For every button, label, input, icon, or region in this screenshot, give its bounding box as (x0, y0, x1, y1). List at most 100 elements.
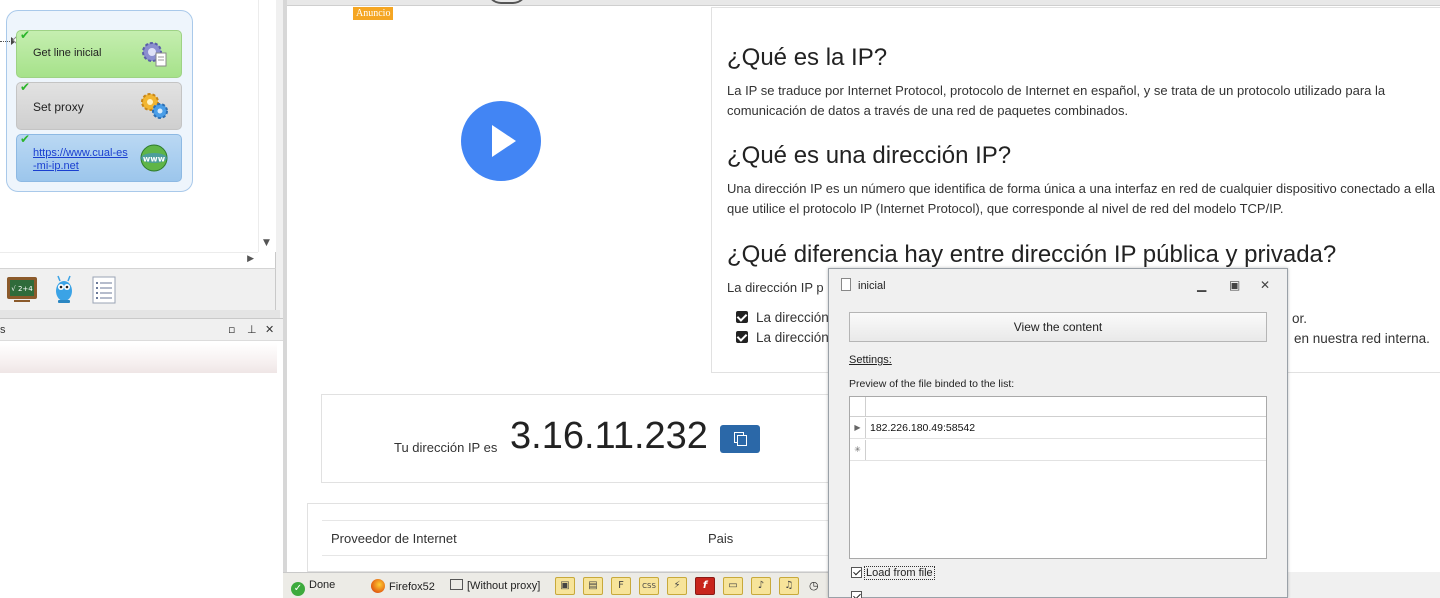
monitor-icon (450, 579, 463, 590)
checkbox-icon (736, 311, 748, 323)
checkbox-label: Load from file (864, 566, 935, 580)
panel-toolbar-band (0, 343, 277, 373)
music-icon[interactable]: ♫ (779, 577, 799, 595)
status-browser[interactable]: Firefox52 (371, 579, 435, 593)
grid-header (850, 397, 1266, 417)
monitor-tool-icon[interactable]: ▭ (723, 577, 743, 595)
status-proxy[interactable]: [Without proxy] (450, 579, 540, 592)
play-icon (492, 125, 516, 157)
country-header: Pais (708, 531, 734, 546)
left-toolbar: √ 2+4 (0, 268, 276, 310)
status-done: ✓ Done (291, 579, 335, 596)
ip-label: Tu dirección IP es (394, 440, 498, 455)
provider-header: Proveedor de Internet (331, 531, 457, 546)
new-row[interactable]: ✳ (850, 440, 1266, 461)
section-text: Una dirección IP es un número que identi… (727, 181, 1435, 216)
table-row[interactable]: ▶ 182.226.180.49:58542 (850, 418, 1266, 439)
flow-node-get-line[interactable]: ✔ Get line inicial (16, 28, 182, 78)
close-panel-icon[interactable]: ✕ (265, 323, 274, 336)
scroll-down-icon[interactable]: ▼ (263, 238, 270, 248)
section-text: La IP se traduce por Internet Protocol, … (727, 83, 1386, 118)
flash-player-icon[interactable]: f (695, 577, 715, 595)
window-icon[interactable]: ▤ (583, 577, 603, 595)
clock-icon[interactable]: ◷ (809, 579, 819, 592)
list-document-icon[interactable] (88, 275, 120, 305)
list-settings-dialog: inicial ▁ ▣ ✕ View the content Settings:… (828, 268, 1288, 598)
view-content-button[interactable]: View the content (849, 312, 1267, 342)
second-checkbox[interactable] (851, 591, 864, 598)
scroll-right-icon[interactable]: ▶ (247, 254, 254, 264)
panel-header: s ▫ ⊥ ✕ (0, 319, 283, 341)
minimize-icon[interactable]: ▁ (1197, 278, 1206, 292)
image-icon[interactable]: ▣ (555, 577, 575, 595)
provider-table: Proveedor de Internet Pais (307, 503, 867, 572)
preview-label: Preview of the file binded to the list: (849, 378, 1015, 390)
document-icon (841, 278, 851, 291)
new-row-icon: ✳ (850, 440, 866, 460)
flow-designer-canvas[interactable]: ✔ Get line inicial ✔ Set proxy ✔ https:/… (0, 0, 276, 268)
panel-title: s (0, 324, 6, 336)
browser-name: Firefox52 (389, 581, 435, 593)
gear-document-icon (142, 42, 167, 67)
globe-www-icon: www (140, 144, 168, 172)
video-play-button[interactable] (461, 101, 541, 181)
ip-address-card: Tu dirección IP es 3.16.11.232 (321, 394, 861, 483)
chalkboard-text: √ 2+4 (11, 285, 33, 293)
flow-node-url-link[interactable]: https://www.cual-es -mi-ip.net (33, 147, 135, 173)
load-from-file-checkbox[interactable]: Load from file (851, 566, 935, 580)
status-done-text: Done (309, 579, 336, 591)
pin-icon[interactable]: ⊥ (247, 323, 257, 336)
row-pointer-icon: ▶ (850, 418, 866, 438)
bullet-text: La dirección (756, 310, 829, 325)
checkbox-icon (736, 331, 748, 343)
flow-node-label: Set proxy (33, 100, 84, 114)
svg-text:www: www (143, 155, 166, 164)
preview-grid[interactable]: ▶ 182.226.180.49:58542 ✳ (849, 396, 1267, 559)
section-heading: ¿Qué es la IP? (727, 44, 888, 71)
url-line-2: -mi-ip.net (33, 160, 79, 172)
settings-link[interactable]: Settings: (849, 354, 892, 366)
url-line-1: https://www.cual-es (33, 147, 128, 159)
check-icon: ✔ (20, 80, 31, 94)
check-icon: ✔ (20, 28, 31, 42)
section-heading: ¿Qué diferencia hay entre dirección IP p… (727, 241, 1337, 268)
maximize-icon[interactable]: ▣ (1229, 278, 1240, 292)
flow-node-set-proxy[interactable]: ✔ Set proxy (16, 80, 182, 130)
grid-corner (850, 397, 866, 416)
bottom-left-panel: s ▫ ⊥ ✕ (0, 318, 283, 598)
status-bar: ✓ Done Firefox52 [Without proxy] ▣ ▤ F CS… (283, 572, 843, 598)
horizontal-scrollbar[interactable]: ▶ (0, 252, 258, 268)
checkbox[interactable] (851, 567, 862, 578)
flash-icon[interactable]: ⚡ (667, 577, 687, 595)
copy-button[interactable] (720, 425, 760, 453)
grid-cell[interactable]: 182.226.180.49:58542 (870, 422, 975, 434)
bullet-text: La dirección (756, 330, 829, 345)
frame-icon[interactable]: F (611, 577, 631, 595)
bullet-text-end: or. (1292, 311, 1308, 326)
section-heading: ¿Qué es una dirección IP? (727, 142, 1012, 169)
bullet-item: La dirección (736, 330, 829, 345)
dialog-titlebar[interactable]: inicial ▁ ▣ ✕ (829, 269, 1287, 301)
flow-node-url[interactable]: ✔ https://www.cual-es -mi-ip.net www (16, 132, 182, 182)
gears-icon (141, 93, 168, 119)
bell-icon[interactable]: ♪ (751, 577, 771, 595)
ad-badge: Anuncio (353, 7, 394, 20)
maximize-panel-icon[interactable]: ▫ (228, 323, 235, 336)
browser-top-edge (287, 0, 1440, 6)
ip-value: 3.16.11.232 (510, 415, 708, 457)
robot-icon[interactable] (48, 275, 80, 305)
checkbox[interactable] (851, 591, 862, 598)
chalkboard-icon[interactable]: √ 2+4 (6, 275, 38, 305)
vertical-scrollbar[interactable]: ▼ (258, 0, 276, 252)
dialog-title: inicial (858, 280, 886, 292)
panel-splitter[interactable] (0, 310, 280, 318)
proxy-text: [Without proxy] (467, 580, 541, 592)
table-row: Proveedor de Internet Pais (322, 520, 862, 556)
check-icon: ✔ (20, 132, 31, 146)
close-icon[interactable]: ✕ (1260, 278, 1270, 292)
css-icon[interactable]: CSS (639, 577, 659, 595)
firefox-icon (371, 579, 385, 593)
bullet-text-end: en nuestra red interna. (1294, 331, 1430, 346)
copy-icon-front (737, 435, 747, 446)
ok-icon: ✓ (291, 582, 305, 596)
